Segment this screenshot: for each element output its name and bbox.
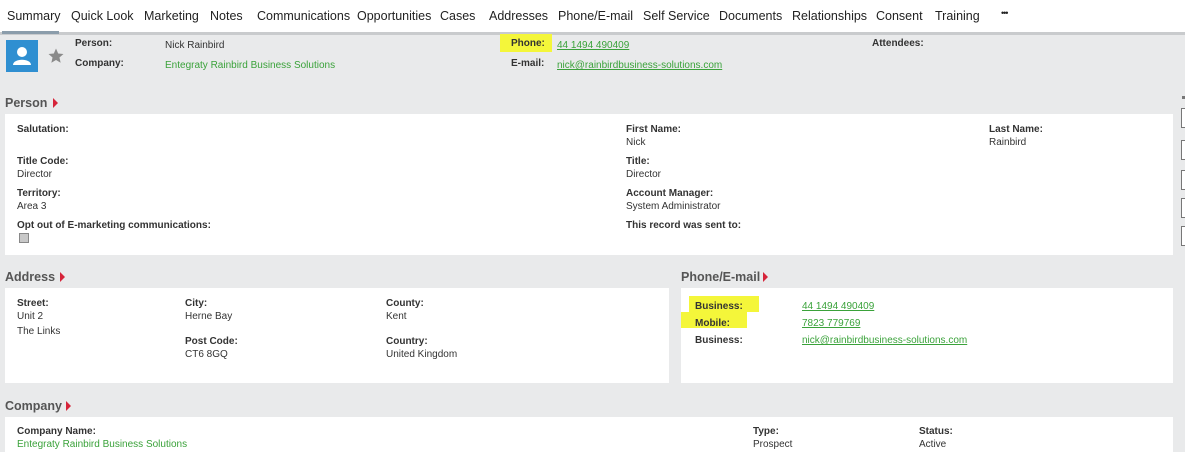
company-name-label: Company Name: (17, 426, 96, 437)
side-tool-button-1[interactable] (1181, 108, 1185, 128)
email-label: E-mail: (511, 58, 545, 69)
side-tool-button-4[interactable] (1181, 198, 1185, 218)
country-label: Country: (386, 336, 428, 347)
title-label: Title: (626, 156, 650, 167)
company-link[interactable]: Entegraty Rainbird Business Solutions (165, 60, 335, 71)
mobile-link[interactable]: 7823 779769 (802, 318, 860, 329)
business-email-link[interactable]: nick@rainbirdbusiness-solutions.com (802, 335, 967, 346)
phone-email-section-title[interactable]: Phone/E-mail (681, 270, 760, 284)
post-code-label: Post Code: (185, 336, 238, 347)
company-label: Company: (75, 58, 124, 69)
tab-cases[interactable]: Cases (440, 9, 475, 23)
tab-bar: Summary Quick Look Marketing Notes Commu… (0, 0, 1185, 32)
territory-value: Area 3 (17, 201, 47, 212)
company-type-label: Type: (753, 426, 779, 437)
tab-communications[interactable]: Communications (257, 9, 350, 23)
mobile-label: Mobile: (695, 318, 730, 329)
tab-consent[interactable]: Consent (876, 9, 923, 23)
person-panel: Salutation: First Name: Nick Last Name: … (5, 114, 1173, 255)
street-line1: Unit 2 (17, 311, 44, 322)
post-code-value: CT6 8GQ (185, 349, 228, 360)
side-tool-button-5[interactable] (1181, 226, 1185, 246)
person-name: Nick Rainbird (165, 40, 225, 51)
country-value: United Kingdom (386, 349, 458, 360)
phone-label: Phone: (511, 38, 545, 49)
company-section-arrow-icon[interactable] (66, 401, 71, 411)
first-name-label: First Name: (626, 124, 682, 135)
city-label: City: (185, 298, 208, 309)
business-phone-link[interactable]: 44 1494 490409 (802, 301, 874, 312)
county-label: County: (386, 298, 424, 309)
territory-label: Territory: (17, 188, 61, 199)
city-value: Herne Bay (185, 311, 233, 322)
attendees-label: Attendees: (872, 38, 924, 49)
company-status-value: Active (919, 439, 947, 450)
last-name-label: Last Name: (989, 124, 1043, 135)
company-panel: Company Name: Entegraty Rainbird Busines… (5, 417, 1173, 452)
side-tool-button-2[interactable] (1181, 140, 1185, 160)
address-panel: Street: Unit 2 The Links City: Herne Bay… (5, 288, 669, 383)
tab-quick-look[interactable]: Quick Look (71, 9, 134, 23)
address-section-title[interactable]: Address (5, 270, 55, 284)
account-manager-label: Account Manager: (626, 188, 714, 199)
tab-phone-email[interactable]: Phone/E-mail (558, 9, 633, 23)
tab-relationships[interactable]: Relationships (792, 9, 867, 23)
company-status-label: Status: (919, 426, 953, 437)
business-email-label: Business: (695, 335, 743, 346)
company-section-title[interactable]: Company (5, 399, 62, 413)
tab-training[interactable]: Training (935, 9, 980, 23)
phone-link[interactable]: 44 1494 490409 (557, 40, 629, 51)
phone-email-section-arrow-icon[interactable] (763, 272, 768, 282)
salutation-label: Salutation: (17, 124, 69, 135)
tab-bar-divider (0, 32, 1185, 35)
person-icon (13, 47, 31, 65)
title-code-value: Director (17, 169, 53, 180)
phone-email-panel: Business: 44 1494 490409 Mobile: 7823 77… (681, 288, 1173, 383)
sent-to-label: This record was sent to: (626, 220, 742, 231)
tab-notes[interactable]: Notes (210, 9, 243, 23)
county-value: Kent (386, 311, 407, 322)
address-section-arrow-icon[interactable] (60, 272, 65, 282)
tab-self-service[interactable]: Self Service (643, 9, 710, 23)
tab-marketing[interactable]: Marketing (144, 9, 199, 23)
favourite-star-icon[interactable] (47, 47, 65, 70)
side-tool-button-3[interactable] (1181, 170, 1185, 190)
opt-out-label: Opt out of E-marketing communications: (17, 220, 211, 231)
title-value: Director (626, 169, 662, 180)
last-name-value: Rainbird (989, 137, 1027, 148)
tab-documents[interactable]: Documents (719, 9, 782, 23)
company-name-link[interactable]: Entegraty Rainbird Business Solutions (17, 439, 187, 450)
street-line2: The Links (17, 326, 61, 337)
avatar (6, 40, 38, 72)
person-label: Person: (75, 38, 113, 49)
tab-addresses[interactable]: Addresses (489, 9, 548, 23)
tab-opportunities[interactable]: Opportunities (357, 9, 431, 23)
person-section-arrow-icon[interactable] (53, 98, 58, 108)
tab-summary[interactable]: Summary (7, 9, 60, 23)
account-manager-value: System Administrator (626, 201, 721, 212)
company-type-value: Prospect (753, 439, 793, 450)
tab-active-indicator (2, 31, 59, 34)
street-label: Street: (17, 298, 49, 309)
email-link[interactable]: nick@rainbirdbusiness-solutions.com (557, 60, 722, 71)
tab-more-button[interactable]: ••• (1001, 8, 1009, 18)
first-name-value: Nick (626, 137, 646, 148)
business-phone-label: Business: (695, 301, 743, 312)
person-section-title[interactable]: Person (5, 96, 47, 110)
opt-out-checkbox (19, 233, 29, 243)
title-code-label: Title Code: (17, 156, 69, 167)
